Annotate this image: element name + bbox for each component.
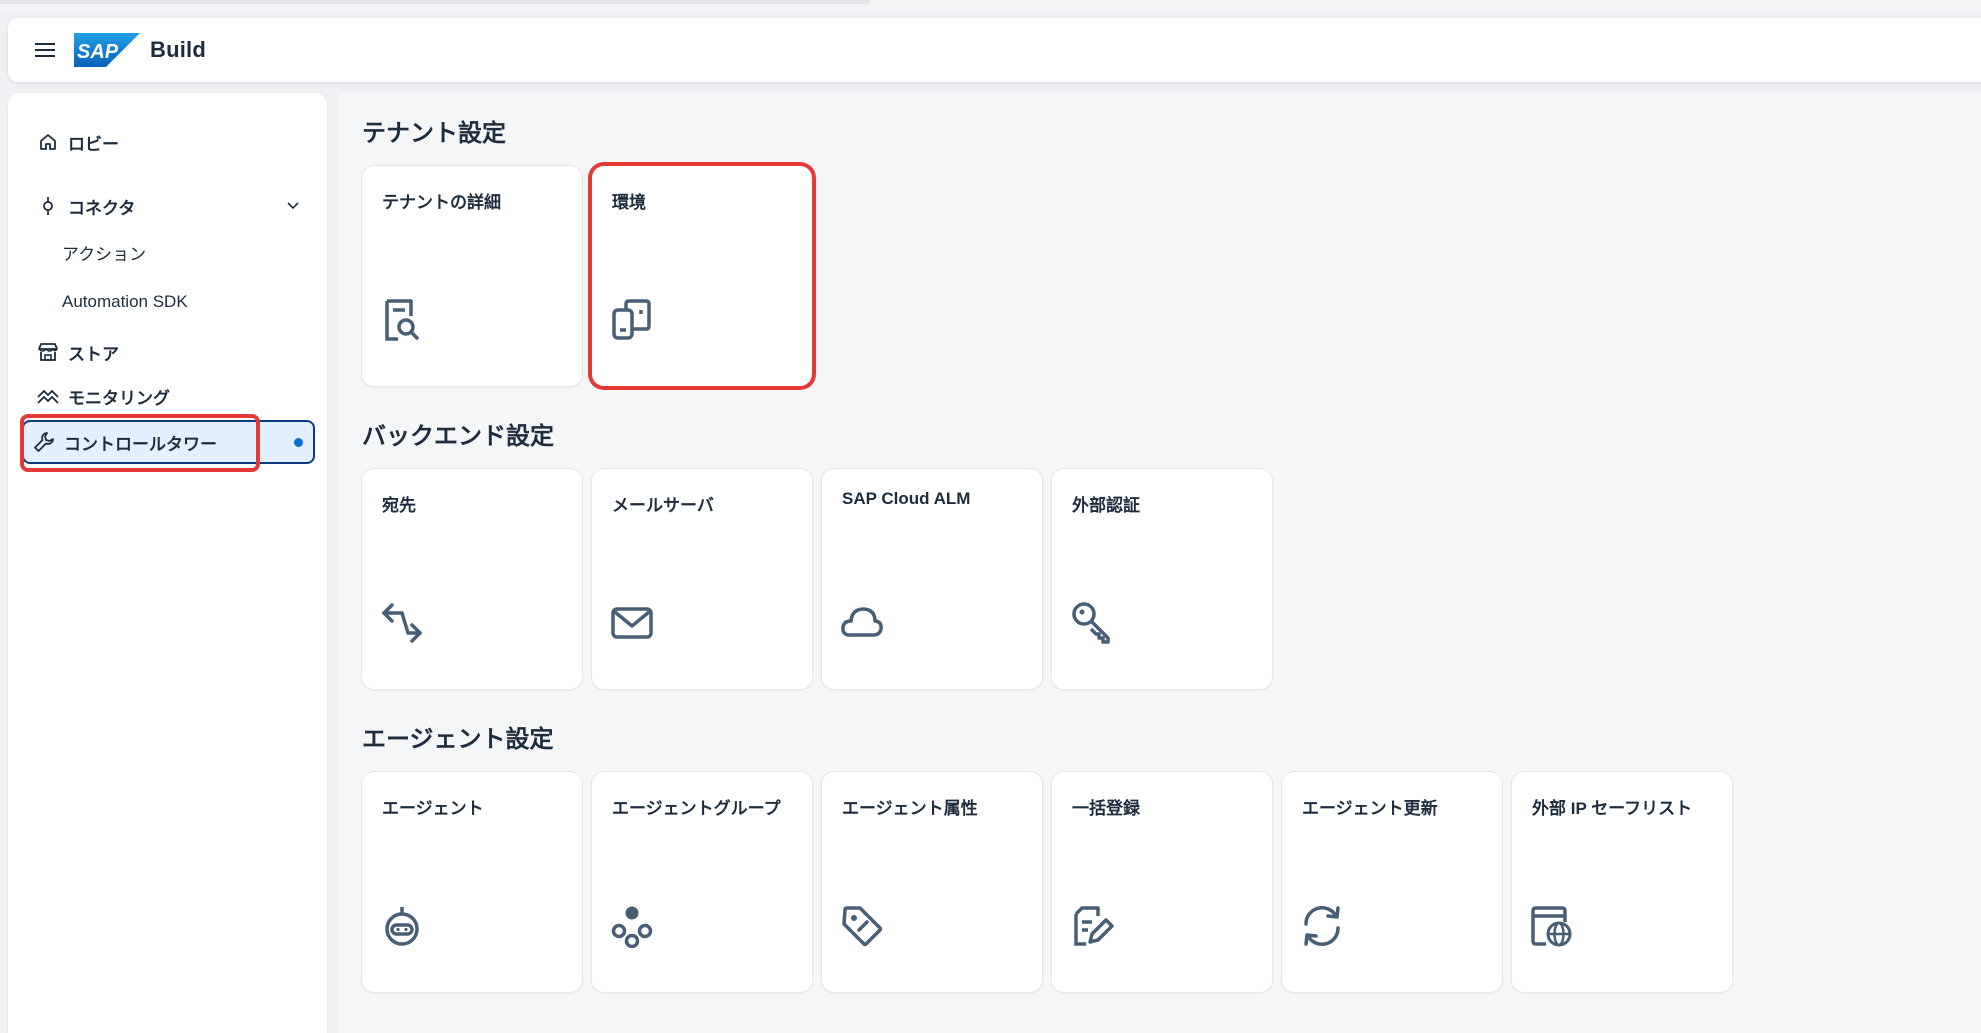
monitoring-icon [36, 384, 60, 408]
card-title: エージェント属性 [842, 799, 978, 818]
tag-icon [840, 904, 884, 948]
sap-logo[interactable]: SAP [74, 33, 140, 67]
card-title: エージェント更新 [1302, 799, 1438, 818]
section-title-tenant: テナント設定 [362, 120, 506, 147]
sidebar-item-control-tower[interactable]: コントロールタワー [22, 420, 315, 464]
sidebar-item-connectors[interactable]: コネクタ [24, 187, 314, 225]
document-search-icon [380, 298, 424, 342]
card-title: SAP Cloud ALM [842, 489, 971, 508]
card-agents[interactable]: エージェント [362, 772, 582, 992]
sidebar-subitem-automation-sdk[interactable]: Automation SDK [62, 287, 188, 317]
sidebar-item-label: モニタリング [68, 388, 170, 408]
sidebar-subitem-actions[interactable]: アクション [62, 237, 146, 267]
shell-bar: SAP Build [8, 18, 1981, 82]
card-title: テナントの詳細 [382, 193, 501, 212]
product-name: Build [150, 37, 206, 62]
hamburger-menu-button[interactable] [28, 33, 62, 67]
connector-icon [36, 194, 60, 218]
card-tenant-details[interactable]: テナントの詳細 [362, 166, 582, 386]
environment-icon [610, 298, 654, 342]
home-icon [36, 130, 60, 154]
wrench-icon [32, 430, 56, 454]
chevron-down-icon[interactable] [286, 199, 300, 213]
active-indicator-dot [294, 437, 303, 447]
card-title: 外部認証 [1072, 496, 1140, 515]
bulk-edit-icon [1070, 904, 1114, 948]
sidebar-nav: ロビー コネクタ アクション Automation SDK ストア モニタリング… [8, 93, 327, 1033]
card-title: 宛先 [382, 496, 416, 515]
arrows-exchange-icon [380, 601, 424, 645]
card-external-auth[interactable]: 外部認証 [1052, 469, 1272, 689]
card-environment[interactable]: 環境 [592, 166, 812, 386]
card-title: エージェント [382, 799, 484, 818]
card-destinations[interactable]: 宛先 [362, 469, 582, 689]
refresh-icon [1300, 904, 1344, 948]
card-title: 一括登録 [1072, 799, 1140, 818]
card-title: エージェントグループ [612, 799, 781, 818]
key-icon [1070, 601, 1114, 645]
cloud-icon [840, 601, 884, 645]
sidebar-item-lobby[interactable]: ロビー [24, 123, 314, 161]
robot-icon [380, 904, 424, 948]
sidebar-item-store[interactable]: ストア [24, 333, 314, 371]
sidebar-item-label: コントロールタワー [64, 434, 217, 454]
card-sap-cloud-alm[interactable]: SAP Cloud ALM [822, 469, 1042, 689]
card-agent-update[interactable]: エージェント更新 [1282, 772, 1502, 992]
store-icon [36, 340, 60, 364]
section-title-agents: エージェント設定 [362, 726, 554, 753]
card-title: 外部 IP セーフリスト [1532, 799, 1693, 818]
browser-top-strip [0, 0, 1981, 10]
svg-text:SAP: SAP [77, 41, 119, 63]
card-agent-attributes[interactable]: エージェント属性 [822, 772, 1042, 992]
tab-edge [0, 0, 870, 4]
sidebar-item-label: ストア [68, 344, 119, 364]
section-title-backend: バックエンド設定 [362, 423, 554, 450]
web-safelist-icon [1530, 904, 1574, 948]
card-external-ip-safelist[interactable]: 外部 IP セーフリスト [1512, 772, 1732, 992]
group-icon [610, 904, 654, 948]
card-title: メールサーバ [612, 496, 714, 515]
hamburger-icon [35, 43, 55, 57]
sidebar-item-monitoring[interactable]: モニタリング [24, 377, 314, 415]
main-content: テナント設定 テナントの詳細 環境 バックエンド設定 宛先 メールサーバ SAP… [338, 93, 1981, 1033]
mail-icon [610, 601, 654, 645]
card-agent-groups[interactable]: エージェントグループ [592, 772, 812, 992]
sidebar-item-label: コネクタ [68, 198, 136, 218]
card-mail-server[interactable]: メールサーバ [592, 469, 812, 689]
card-title: 環境 [612, 193, 646, 212]
sidebar-item-label: ロビー [68, 134, 119, 154]
card-bulk-registration[interactable]: 一括登録 [1052, 772, 1272, 992]
